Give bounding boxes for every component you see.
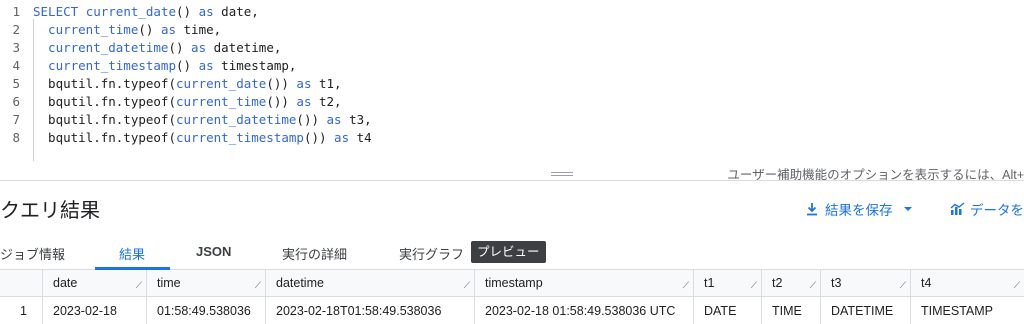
column-header-t4[interactable]: t4 ⟋: [910, 270, 1024, 296]
code-token: ()): [303, 130, 335, 145]
code-token: bqutil.fn.typeof(: [33, 112, 176, 127]
code-token: t2,: [311, 94, 342, 109]
column-resize-icon[interactable]: ⟋: [136, 280, 142, 291]
row-number-header: [0, 270, 42, 296]
caret-down-icon: [903, 207, 912, 211]
line-number: 1: [12, 4, 20, 19]
line-number: 2: [12, 22, 20, 37]
chart-icon: [950, 202, 965, 215]
code-token: ()): [296, 112, 327, 127]
code-token: t1,: [311, 76, 342, 91]
tab-execution-graph[interactable]: 実行グラフ: [399, 244, 464, 263]
line-number: 7: [12, 112, 20, 127]
code-token: as: [326, 112, 342, 127]
code-token: (): [168, 40, 192, 55]
code-line[interactable]: bqutil.fn.typeof(current_date()) as t1,: [33, 75, 342, 93]
column-header-timestamp[interactable]: timestamp ⟋: [474, 270, 693, 296]
row-number: 1: [20, 303, 27, 318]
table-cell[interactable]: 2023-02-18 01:58:49.538036 UTC: [474, 297, 693, 324]
code-token: t3,: [341, 112, 372, 127]
table-cell[interactable]: TIMESTAMP: [910, 297, 1024, 324]
line-number: 4: [12, 58, 20, 73]
save-results-label: 結果を保存: [825, 203, 893, 218]
table-cell[interactable]: DATETIME: [820, 297, 910, 324]
code-line[interactable]: bqutil.fn.typeof(current_datetime()) as …: [33, 111, 372, 129]
line-number-gutter: 1 2 3 4 5 6 7 8: [0, 0, 30, 160]
code-token: date,: [213, 4, 259, 19]
column-header-time[interactable]: time ⟋: [146, 270, 265, 296]
column-header-t1[interactable]: t1 ⟋: [693, 270, 761, 296]
panel-divider: [0, 180, 1024, 181]
code-token: SELECT: [33, 4, 86, 19]
code-token: current_datetime: [176, 112, 297, 127]
table-cell[interactable]: 2023-02-18: [42, 297, 146, 324]
code-token: (): [138, 22, 161, 37]
code-token: time,: [176, 22, 222, 37]
column-header-datetime[interactable]: datetime ⟋: [265, 270, 474, 296]
code-token: bqutil.fn.typeof(: [33, 94, 176, 109]
code-line[interactable]: SELECT current_date() as date,: [33, 3, 259, 21]
tab-job-info[interactable]: ジョブ情報: [0, 244, 65, 263]
line-number: 6: [12, 94, 20, 109]
code-token: current_timestamp: [176, 130, 304, 145]
column-resize-icon[interactable]: ⟋: [683, 280, 689, 291]
column-resize-icon[interactable]: ⟋: [751, 280, 757, 291]
code-token: (): [176, 58, 199, 73]
column-header-t2[interactable]: t2 ⟋: [761, 270, 820, 296]
save-results-button[interactable]: 結果を保存: [805, 199, 913, 219]
code-token: datetime,: [206, 40, 282, 55]
tab-results[interactable]: 結果: [119, 244, 145, 263]
code-token: current_date: [85, 4, 176, 19]
column-header-date[interactable]: date ⟋: [42, 270, 146, 296]
resize-handle[interactable]: [551, 172, 573, 176]
code-token: (): [176, 4, 199, 19]
code-token: bqutil.fn.typeof(: [33, 76, 176, 91]
column-resize-icon[interactable]: ⟋: [810, 280, 816, 291]
table-cell[interactable]: DATE: [693, 297, 761, 324]
sql-editor[interactable]: 12345678 SELECT current_date() as date, …: [0, 0, 1024, 161]
code-token: timestamp,: [213, 58, 297, 73]
code-token: current_timestamp: [33, 58, 176, 73]
table-header-row: date ⟋ time ⟋ datetime ⟋ timestamp ⟋ t1 ⟋ t2 ⟋…: [0, 270, 1024, 297]
code-line[interactable]: current_time() as time,: [33, 21, 221, 39]
table-cell[interactable]: TIME: [761, 297, 820, 324]
code-line[interactable]: bqutil.fn.typeof(current_time()) as t2,: [33, 93, 342, 111]
code-token: as: [296, 94, 312, 109]
download-icon: [807, 203, 817, 216]
line-number: 8: [12, 130, 20, 145]
code-token: as: [334, 130, 350, 145]
code-token: as: [191, 40, 207, 55]
results-title: クエリ結果: [0, 200, 100, 222]
explore-data-label: データを: [970, 203, 1024, 218]
column-resize-icon[interactable]: ⟋: [464, 280, 470, 291]
code-line[interactable]: current_datetime() as datetime,: [33, 39, 281, 57]
table-cell[interactable]: 2023-02-18T01:58:49.538036: [265, 297, 474, 324]
code-token: as: [296, 76, 312, 91]
code-token: current_time: [33, 22, 139, 37]
code-line[interactable]: bqutil.fn.typeof(current_timestamp()) as…: [33, 129, 372, 147]
code-line[interactable]: current_timestamp() as timestamp,: [33, 57, 296, 75]
code-token: current_time: [176, 94, 267, 109]
code-token: as: [198, 58, 214, 73]
code-token: as: [198, 4, 214, 19]
code-token: ()): [266, 76, 297, 91]
tab-execution-details[interactable]: 実行の詳細: [282, 244, 347, 263]
code-token: t4: [349, 130, 372, 145]
column-resize-icon[interactable]: ⟋: [900, 280, 906, 291]
table-cell[interactable]: 01:58:49.538036: [146, 297, 265, 324]
code-token: current_date: [176, 76, 267, 91]
preview-badge: プレビュー: [471, 241, 546, 263]
line-number: 3: [12, 40, 20, 55]
code-token: bqutil.fn.typeof(: [33, 130, 176, 145]
code-token: current_datetime: [33, 40, 169, 55]
column-header-t3[interactable]: t3 ⟋: [820, 270, 910, 296]
line-number: 5: [12, 76, 20, 91]
tab-json[interactable]: JSON: [196, 244, 231, 259]
column-resize-icon[interactable]: ⟋: [255, 280, 261, 291]
table-row: 1 2023-02-18 01:58:49.538036 2023-02-18T…: [0, 297, 1024, 324]
explore-data-button[interactable]: データを: [950, 199, 1024, 219]
code-token: as: [160, 22, 176, 37]
column-resize-icon[interactable]: ⟋: [1014, 280, 1020, 291]
code-token: ()): [266, 94, 297, 109]
